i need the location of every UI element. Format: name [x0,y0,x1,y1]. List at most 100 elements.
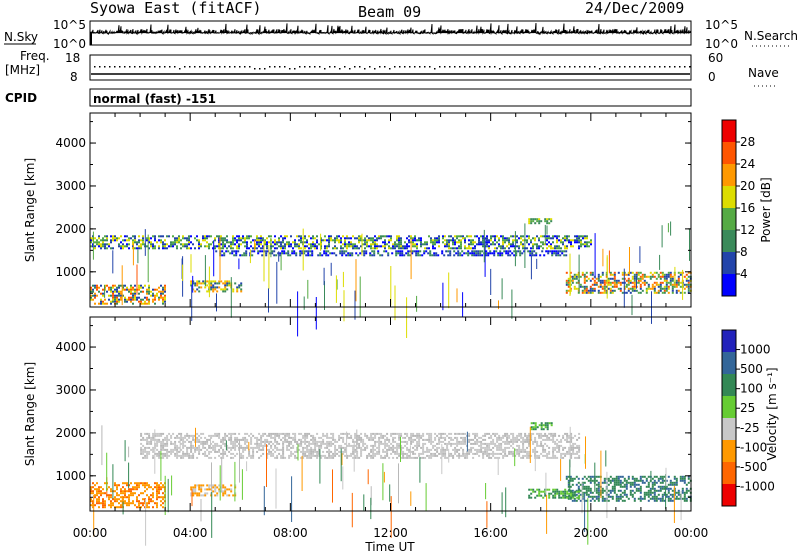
echo-cell [675,483,678,486]
echo-cell [404,241,406,244]
echo-cell [530,492,533,495]
echo-cell [325,250,328,253]
echo-cell [222,436,225,439]
echo-cell [546,218,549,221]
echo-cell [132,492,134,495]
echo-cell [647,275,650,278]
echo-cell [152,243,154,246]
echo-cell [432,247,434,250]
echo-cell [478,444,481,447]
echo-cell [575,273,578,276]
echo-cell [170,241,172,244]
echo-cell [508,442,511,445]
echo-cell [687,287,690,290]
echo-cell [460,454,463,457]
echo-cell [526,247,528,250]
echo-cell [615,481,618,484]
nave-dot [239,66,241,68]
echo-cell [148,502,150,505]
echo-cell [625,285,628,288]
echo-streak [514,231,516,267]
echo-cell [276,247,278,250]
echo-cell [568,239,570,242]
echo-cell [290,454,293,457]
echo-cell [156,454,159,457]
echo-cell [615,483,618,486]
echo-cell [601,489,604,492]
echo-cell [270,454,273,457]
echo-streak [200,499,202,522]
echo-cell [240,452,243,455]
echo-cell [671,481,674,484]
echo-cell [154,296,156,299]
echo-cell [232,247,234,250]
echo-cell [548,245,550,248]
echo-cell [558,446,561,449]
echo-cell [365,252,368,255]
echo-cell [338,450,341,453]
echo-cell [475,250,478,253]
echo-cell [454,448,457,451]
echo-cell [138,486,140,489]
nave-dot [219,66,221,68]
echo-cell [442,235,444,238]
echo-cell [100,284,102,287]
echo-cell [290,436,293,439]
echo-cell [162,448,165,451]
echo-cell [226,288,229,291]
echo-cell [478,440,481,443]
echo-cell [663,277,666,280]
echo-cell [164,448,167,451]
echo-cell [314,438,317,441]
y-tick-label: 4000 [55,340,86,354]
echo-cell [198,448,201,451]
echo-cell [156,448,159,451]
echo-cell [172,245,174,248]
echo-cell [414,452,417,455]
echo-cell [360,454,363,457]
echo-cell [274,440,277,443]
echo-cell [384,440,387,443]
echo-cell [304,432,307,435]
echo-cell [661,497,664,500]
echo-cell [635,273,638,276]
echo-cell [110,502,112,505]
echo-cell [617,279,620,282]
echo-cell [388,245,390,248]
echo-cell [655,281,658,284]
echo-cell [546,454,549,457]
echo-cell [210,288,213,291]
echo-cell [540,452,543,455]
echo-cell [546,428,549,431]
echo-cell [685,273,688,276]
echo-cell [530,220,533,223]
echo-cell [148,288,150,291]
echo-cell [399,252,402,255]
echo-cell [536,247,538,250]
echo-cell [204,442,207,445]
echo-cell [232,444,235,447]
echo-cell [94,294,96,297]
echo-cell [424,241,426,244]
echo-cell [530,239,532,242]
echo-cell [274,444,277,447]
echo-cell [258,241,260,244]
echo-cell [142,450,145,453]
echo-cell [440,432,443,435]
echo-cell [406,448,409,451]
echo-cell [320,440,323,443]
echo-cell [386,243,388,246]
echo-cell [268,440,271,443]
echo-cell [282,442,285,445]
echo-cell [540,422,543,425]
echo-cell [258,446,261,449]
echo-cell [496,446,499,449]
echo-cell [398,247,400,250]
echo-cell [246,456,249,459]
echo-cell [314,454,317,457]
echo-cell [388,446,391,449]
echo-cell [386,442,389,445]
echo-streak [112,250,114,274]
echo-cell [208,438,211,441]
echo-cell [166,444,169,447]
